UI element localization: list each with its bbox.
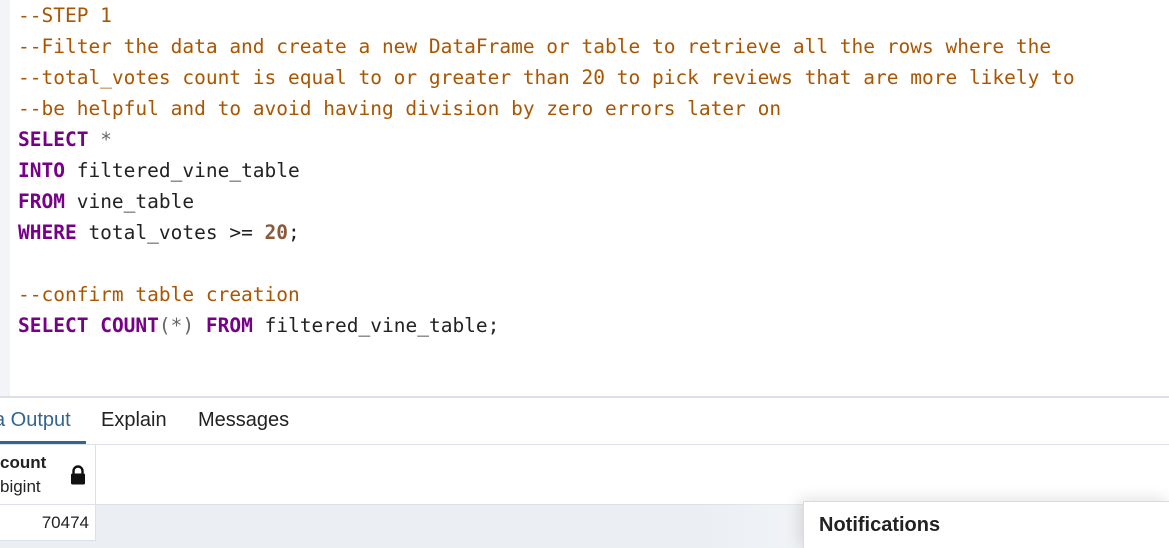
code-token-plain: filtered_vine_table [64,159,300,182]
code-token-comment: --STEP 1 [18,4,112,27]
tab-messages[interactable]: Messages [198,398,289,444]
code-token-plain: filtered_vine_table; [252,314,500,337]
code-token-kw: FROM [205,314,253,337]
code-token-kw: COUNT [100,314,159,337]
code-token-comment: --Filter the data and create a new DataF… [18,35,1052,58]
code-token-plain: vine_table [64,190,195,213]
sql-editor[interactable]: --STEP 1 --Filter the data and create a n… [0,0,1169,396]
tab-explain[interactable]: Explain [101,398,167,444]
code-line[interactable]: SELECT * [18,124,1075,155]
notifications-title: Notifications [819,514,941,536]
code-token-kw: INTO [18,159,65,182]
code-token-op: * [100,128,112,151]
code-content[interactable]: --STEP 1 --Filter the data and create a n… [18,0,1075,341]
code-token-comment: --total_votes count is equal to or great… [18,66,1075,89]
code-token-op: (*) [158,314,195,337]
code-line[interactable]: --STEP 1 [18,0,1075,31]
table-cell-count[interactable]: 70474 [0,505,96,541]
code-token-kw: FROM [18,190,65,213]
code-line[interactable]: --confirm table creation [18,279,1075,310]
code-line[interactable]: SELECT COUNT(*) FROM filtered_vine_table… [18,310,1075,341]
code-token-kw: SELECT [18,314,89,337]
code-line[interactable]: INTO filtered_vine_table [18,155,1075,186]
notifications-popup[interactable]: Notifications [803,501,1169,548]
tab-data-output[interactable]: a Output [0,398,86,444]
lock-icon [71,465,85,485]
code-line[interactable] [18,248,1075,279]
column-name: count [0,453,47,472]
code-line[interactable]: --Filter the data and create a new DataF… [18,31,1075,62]
code-token-comment: --confirm table creation [18,283,300,306]
code-token-num: 20 [264,221,289,244]
code-line[interactable]: WHERE total_votes >= 20; [18,217,1075,248]
editor-gutter [0,0,10,396]
code-token-kw: WHERE [18,221,77,244]
code-token-plain: total_votes >= [76,221,265,244]
column-type: bigint [0,477,41,496]
column-header-count[interactable]: count bigint [0,445,96,505]
code-token-comment: --be helpful and to avoid having divisio… [18,97,782,120]
code-line[interactable]: FROM vine_table [18,186,1075,217]
code-line[interactable]: --total_votes count is equal to or great… [18,62,1075,93]
code-line[interactable]: --be helpful and to avoid having divisio… [18,93,1075,124]
result-tabs: a Output Explain Messages [0,398,1169,445]
code-token-kw: SELECT [18,128,89,151]
code-token-plain: ; [288,221,300,244]
